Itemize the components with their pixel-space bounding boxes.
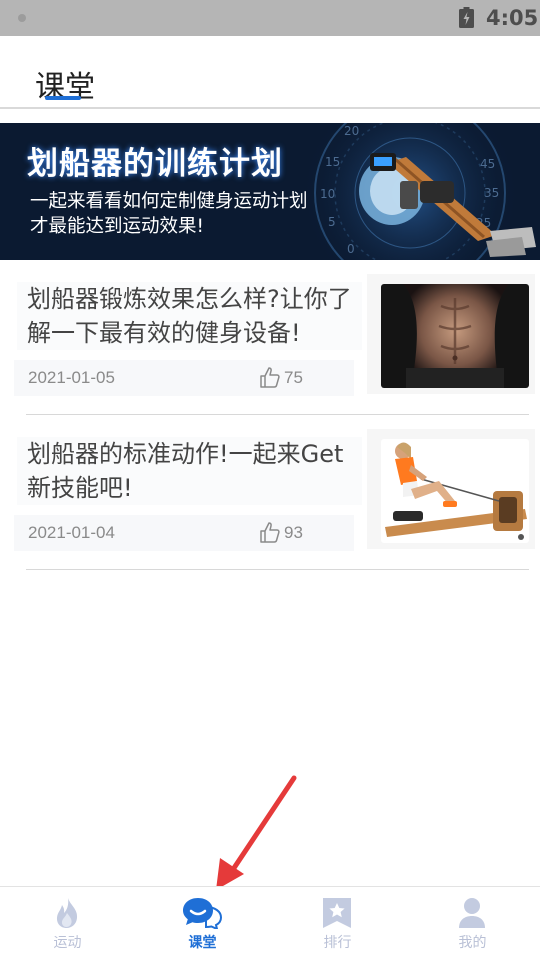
thumbnail-frame <box>367 274 535 394</box>
tab-label: 运动 <box>53 935 82 951</box>
article-meta: 2021-01-05 75 <box>14 360 354 396</box>
article-card[interactable]: 划船器锻炼效果怎么样?让你了解一下最有效的健身设备! 2021-01-05 75 <box>0 260 540 416</box>
tab-label: 排行 <box>323 935 352 951</box>
promo-banner[interactable]: 20 15 10 5 0 45 35 25 划船器的训练计划 一起来看看如何定制… <box>0 123 540 260</box>
tab-mine[interactable]: 我的 <box>405 887 540 960</box>
bottom-tab-bar: 运动 课堂 排行 我的 <box>0 886 540 960</box>
notification-dot-icon <box>18 14 26 22</box>
like-count: 75 <box>284 368 303 387</box>
article-divider <box>26 569 529 570</box>
tab-sport[interactable]: 运动 <box>0 887 135 960</box>
dial-number: 5 <box>328 215 336 229</box>
title-underline <box>45 96 81 100</box>
banner-title: 划船器的训练计划 <box>27 146 283 182</box>
tab-label: 课堂 <box>188 935 217 951</box>
annotation-arrow <box>216 775 297 890</box>
dial-number: 10 <box>320 187 335 201</box>
article-card[interactable]: 划船器的标准动作!一起来Get新技能吧! 2021-01-04 93 <box>0 415 540 571</box>
thumbs-up-icon[interactable] <box>260 521 280 543</box>
person-icon <box>459 898 485 928</box>
flame-icon <box>56 898 78 928</box>
status-bar: 4:05 <box>0 0 540 36</box>
banner-subtitle-line2: 才最能达到运动效果! <box>30 216 204 237</box>
like-count: 93 <box>284 523 303 542</box>
bookmark-star-icon <box>323 898 351 928</box>
banner-subtitle-line1: 一起来看看如何定制健身运动计划 <box>30 191 308 212</box>
clock: 4:05 <box>486 6 539 30</box>
thumbs-up-icon[interactable] <box>260 366 280 388</box>
dial-number: 45 <box>480 157 495 171</box>
tab-label: 我的 <box>458 935 487 951</box>
rowing-machine-illustration: 20 15 10 5 0 45 35 25 <box>300 123 540 260</box>
dial-number: 35 <box>484 186 499 200</box>
tab-ranking[interactable]: 排行 <box>270 887 405 960</box>
header-divider <box>0 107 540 109</box>
chat-bubble-icon <box>183 898 222 929</box>
battery-charging-icon <box>459 7 474 28</box>
article-date: 2021-01-04 <box>28 523 115 542</box>
tab-class[interactable]: 课堂 <box>135 887 270 960</box>
article-meta: 2021-01-04 93 <box>14 515 354 551</box>
article-title: 划船器锻炼效果怎么样?让你了解一下最有效的健身设备! <box>17 282 362 350</box>
page-header: 课堂 <box>0 36 540 108</box>
dial-number: 20 <box>344 124 359 138</box>
thumbnail-frame <box>367 429 535 549</box>
article-title: 划船器的标准动作!一起来Get新技能吧! <box>17 437 362 505</box>
abs-workout-thumbnail <box>381 284 529 388</box>
dial-number: 0 <box>347 242 355 256</box>
article-date: 2021-01-05 <box>28 368 115 387</box>
rowing-woman-thumbnail <box>381 439 529 543</box>
dial-number: 15 <box>325 155 340 169</box>
